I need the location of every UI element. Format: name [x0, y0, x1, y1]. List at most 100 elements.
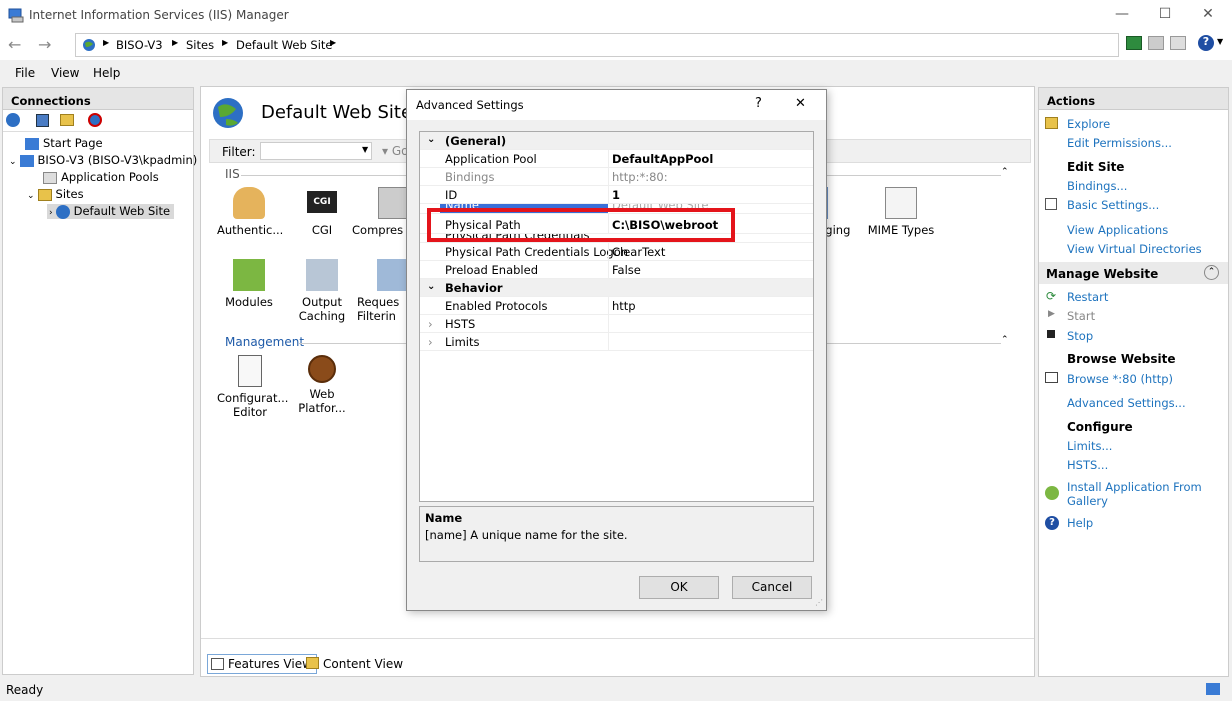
feature-output-caching[interactable]: Output Caching: [290, 259, 354, 323]
status-bar: Ready: [0, 679, 1232, 701]
server-icon: [19, 154, 34, 167]
feature-modules[interactable]: Modules: [217, 259, 281, 309]
feature-mime-types[interactable]: MIME Types: [864, 187, 938, 237]
ok-button[interactable]: OK: [639, 576, 719, 599]
category-general[interactable]: ⌄ (General): [420, 132, 813, 150]
action-view-applications[interactable]: View Applications: [1067, 223, 1168, 237]
modules-icon: [233, 259, 265, 291]
chevron-down-icon[interactable]: ▼: [362, 145, 368, 154]
feature-web-platform[interactable]: Web Platfor...: [290, 355, 354, 415]
breadcrumb-site[interactable]: Default Web Site: [236, 38, 332, 52]
save-icon[interactable]: [36, 114, 49, 127]
filter-input[interactable]: [260, 142, 372, 160]
property-row-id[interactable]: ID 1: [420, 186, 813, 204]
menu-view[interactable]: View: [51, 66, 79, 80]
action-view-virtual-directories[interactable]: View Virtual Directories: [1067, 242, 1202, 256]
property-row-bindings[interactable]: Bindings http:*:80:: [420, 168, 813, 186]
feature-cgi[interactable]: CGI CGI: [290, 187, 354, 237]
close-window-button[interactable]: ✕: [1198, 6, 1218, 24]
view-divider: [201, 638, 1034, 639]
action-limits[interactable]: Limits...: [1067, 439, 1112, 453]
resize-grip-icon[interactable]: ⋰: [815, 598, 823, 607]
collapse-icon[interactable]: ⌃: [1204, 265, 1219, 280]
tree-item-server[interactable]: ⌄ BISO-V3 (BISO-V3\kpadmin): [9, 153, 197, 167]
breadcrumb-sites[interactable]: Sites: [186, 38, 214, 52]
action-hsts[interactable]: HSTS...: [1067, 458, 1108, 472]
action-start[interactable]: Start: [1067, 309, 1095, 323]
tab-content-view[interactable]: Content View: [303, 654, 407, 674]
disconnect-icon[interactable]: [88, 113, 102, 127]
tree-item-start-page[interactable]: Start Page: [25, 136, 103, 150]
tab-features-view[interactable]: Features View: [207, 654, 317, 674]
breadcrumb[interactable]: ▶ BISO-V3 ▶ Sites ▶ Default Web Site ▶: [75, 33, 1119, 57]
action-install-app-gallery[interactable]: Install Application From Gallery: [1067, 480, 1202, 508]
maximize-button[interactable]: ☐: [1155, 6, 1175, 24]
action-browse-80[interactable]: Browse *:80 (http): [1067, 372, 1173, 386]
gallery-icon: [1045, 486, 1059, 500]
iis-group-label: IIS: [225, 167, 240, 181]
breadcrumb-server[interactable]: BISO-V3: [116, 38, 163, 52]
dialog-help-button[interactable]: ?: [755, 96, 762, 111]
chevron-down-icon[interactable]: ⌄: [427, 134, 435, 145]
feature-authentication[interactable]: Authentic...: [217, 187, 283, 237]
property-row-limits[interactable]: › Limits: [420, 333, 813, 351]
tree-item-sites[interactable]: ⌄ Sites: [27, 187, 84, 201]
connect-icon[interactable]: [6, 113, 20, 127]
go-button[interactable]: ▾ Go: [382, 144, 409, 158]
tree-item-app-pools[interactable]: Application Pools: [43, 170, 159, 184]
action-advanced-settings[interactable]: Advanced Settings...: [1067, 396, 1186, 410]
feature-compression[interactable]: Compres: [352, 187, 410, 237]
menu-file[interactable]: File: [15, 66, 35, 80]
property-row-enabled-protocols[interactable]: Enabled Protocols http: [420, 297, 813, 315]
filter-icon: ▾: [382, 144, 389, 158]
content-view-icon: [306, 657, 319, 669]
action-stop[interactable]: Stop: [1067, 329, 1093, 343]
output-caching-icon: [306, 259, 338, 291]
property-row-credentials-logon[interactable]: Physical Path Credentials Logon ClearText: [420, 243, 813, 261]
minimize-button[interactable]: —: [1112, 6, 1132, 24]
property-row-hsts[interactable]: › HSTS: [420, 315, 813, 333]
chevron-right-icon[interactable]: ›: [428, 335, 433, 349]
chevron-down-icon[interactable]: ▼: [1217, 37, 1223, 46]
action-restart[interactable]: Restart: [1067, 290, 1108, 304]
chevron-down-icon[interactable]: ⌄: [27, 191, 35, 201]
collapse-management-icon[interactable]: ⌃: [1001, 335, 1009, 345]
action-edit-permissions[interactable]: Edit Permissions...: [1067, 136, 1172, 150]
tree-item-default-web-site[interactable]: › Default Web Site: [47, 204, 175, 219]
forward-button[interactable]: →: [38, 35, 51, 54]
sites-folder-icon: [37, 188, 52, 201]
dialog-close-button[interactable]: ✕: [795, 96, 806, 111]
menu-help[interactable]: Help: [93, 66, 120, 80]
cancel-button[interactable]: Cancel: [732, 576, 812, 599]
configure-header: Configure: [1067, 420, 1133, 434]
property-row-application-pool[interactable]: Application Pool DefaultAppPool: [420, 150, 813, 168]
app-pools-icon: [43, 171, 57, 184]
action-explore[interactable]: Explore: [1067, 117, 1110, 131]
connections-panel: Connections Start Page ⌄ BISO-V3 (BISO-V3…: [2, 87, 197, 675]
filter-label: Filter:: [222, 145, 256, 159]
back-button[interactable]: ←: [8, 35, 21, 54]
chevron-down-icon[interactable]: ⌄: [9, 157, 17, 167]
browse-icon: [1045, 372, 1058, 383]
dialog-title-bar: Advanced Settings ? ✕: [407, 90, 826, 120]
collapse-iis-icon[interactable]: ⌃: [1001, 167, 1009, 177]
group-divider: [811, 343, 1001, 344]
feature-request-filtering[interactable]: Reques Filterin: [357, 259, 409, 323]
home-icon[interactable]: [1170, 36, 1186, 50]
property-grid[interactable]: ⌄ (General) Application Pool DefaultAppPoo…: [419, 131, 814, 502]
chevron-right-icon[interactable]: ›: [49, 208, 53, 218]
folder-up-icon[interactable]: [60, 114, 74, 126]
help-icon[interactable]: ?: [1198, 35, 1214, 51]
action-bindings[interactable]: Bindings...: [1067, 179, 1127, 193]
action-help[interactable]: Help: [1067, 516, 1093, 530]
chevron-down-icon[interactable]: ⌄: [427, 281, 435, 292]
action-basic-settings[interactable]: Basic Settings...: [1067, 198, 1159, 212]
chevron-right-icon[interactable]: ›: [428, 317, 433, 331]
group-divider: [811, 175, 1001, 176]
connect-icon[interactable]: [1126, 36, 1142, 50]
category-behavior[interactable]: ⌄ Behavior: [420, 279, 813, 297]
mail-icon[interactable]: [1148, 36, 1164, 50]
features-view-icon: [211, 658, 224, 670]
property-row-preload-enabled[interactable]: Preload Enabled False: [420, 261, 813, 279]
feature-configuration-editor[interactable]: Configurat... Editor: [217, 355, 288, 419]
